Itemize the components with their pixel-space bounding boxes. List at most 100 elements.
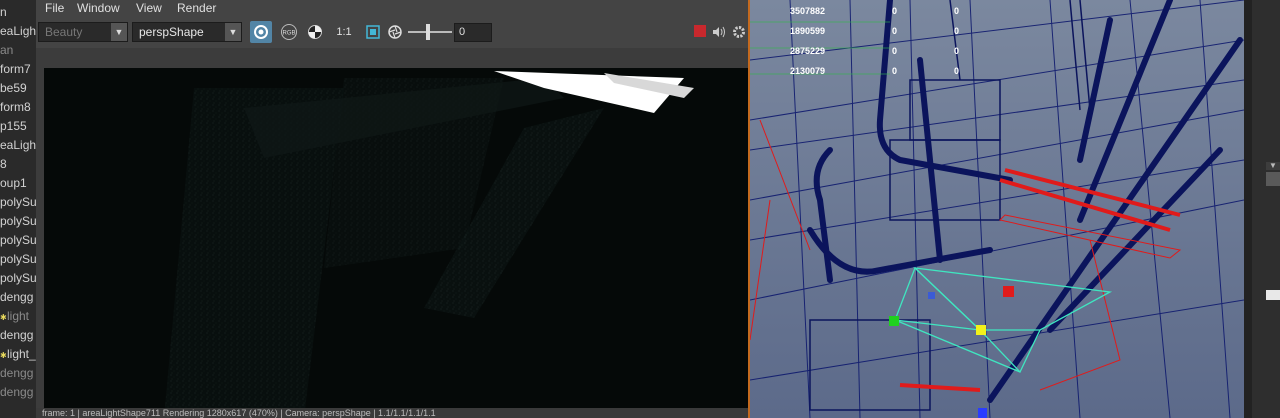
hud-count-value: 2130079 <box>790 66 826 76</box>
outliner-item[interactable]: ✱light <box>0 307 29 326</box>
attribute-side-panel: ▼ <box>1244 0 1280 418</box>
render-status-bar: frame: 1 | areaLightShape711 Rendering 1… <box>36 408 748 418</box>
outliner-item-label: oup1 <box>0 176 27 190</box>
wireframe-scene <box>750 0 1244 418</box>
outliner-item-label: polySu <box>0 271 36 285</box>
outliner-item[interactable]: eaLight <box>0 22 36 41</box>
region-button[interactable] <box>364 23 382 41</box>
aperture-icon <box>388 25 402 39</box>
outliner-item[interactable]: n <box>0 3 7 22</box>
outliner-item-label: polySu <box>0 214 36 228</box>
outliner-item[interactable]: polySu <box>0 193 36 212</box>
hud-a-value: 0 <box>892 6 898 16</box>
outliner-panel: n eaLight an form7 be59 form8 p155 eaLight 8 oup1… <box>0 0 36 418</box>
outliner-item-label: dengg <box>0 328 34 342</box>
outliner-item[interactable]: eaLight <box>0 136 36 155</box>
outliner-item[interactable]: dengg <box>0 326 33 345</box>
menu-bar: File Window View Render <box>36 0 748 16</box>
render-view-window: File Window View Render Beauty ▼ perspSh… <box>36 0 750 418</box>
hud-a-value: 0 <box>892 46 898 56</box>
outliner-item[interactable]: polySu <box>0 250 36 269</box>
rgb-text: RGB <box>282 31 295 37</box>
alpha-channel-button[interactable] <box>306 23 324 41</box>
rgb-icon: RGB <box>281 24 297 40</box>
rgb-channel-button[interactable]: RGB <box>280 23 298 41</box>
region-icon <box>366 25 380 39</box>
manip-z-handle[interactable] <box>928 292 935 299</box>
outliner-item[interactable]: oup1 <box>0 174 27 193</box>
manip-y-handle[interactable] <box>889 316 899 326</box>
alpha-checker-icon <box>308 25 322 39</box>
outliner-item-label: dengg <box>0 290 34 304</box>
manip-center-handle[interactable] <box>976 325 986 335</box>
perspective-viewport[interactable]: 3507882 0 0 1890599 0 0 2875229 0 0 2130079 0 0 <box>750 0 1244 418</box>
exposure-value-field[interactable]: 0 <box>454 23 492 42</box>
chevron-down-icon: ▼ <box>225 23 241 41</box>
hud-a-value: 0 <box>892 66 898 76</box>
panel-tab[interactable] <box>1266 172 1280 186</box>
light-icon: ✱ <box>0 313 7 322</box>
camera-dropdown[interactable]: perspShape ▼ <box>132 22 242 42</box>
outliner-item-label: p155 <box>0 119 27 133</box>
manip-x-handle[interactable] <box>1003 286 1014 297</box>
ratio-button[interactable]: 1:1 <box>334 23 354 41</box>
menu-window[interactable]: Window <box>77 0 120 16</box>
hud-b-value: 0 <box>954 66 960 76</box>
outliner-item-label: n <box>0 5 7 19</box>
camera-value: perspShape <box>139 25 204 39</box>
chevron-down-icon: ▼ <box>111 23 127 41</box>
light-icon: ✱ <box>0 351 7 360</box>
outliner-item-label: polySu <box>0 233 36 247</box>
outliner-item[interactable]: 8 <box>0 155 7 174</box>
outliner-item-label: polySu <box>0 252 36 266</box>
outliner-item[interactable]: p155 <box>0 117 27 136</box>
chevron-down-icon[interactable]: ▼ <box>1266 162 1280 170</box>
render-image <box>44 68 748 418</box>
audio-icon[interactable] <box>710 23 728 41</box>
outliner-item-label: dengg <box>0 366 34 380</box>
hud-b-value: 0 <box>954 6 960 16</box>
render-toolbar: Beauty ▼ perspShape ▼ RGB 1:1 0 <box>36 16 748 48</box>
gear-icon[interactable] <box>730 23 748 41</box>
outliner-item[interactable]: dengg <box>0 288 33 307</box>
outliner-item[interactable]: ✱light_ <box>0 345 36 364</box>
hud-count-value: 2875229 <box>790 46 826 56</box>
outliner-item-label: form7 <box>0 62 31 76</box>
hud-count-value: 3507882 <box>790 6 826 16</box>
outliner-item-label: form8 <box>0 100 31 114</box>
menu-view[interactable]: View <box>136 0 162 16</box>
outliner-item[interactable]: be59 <box>0 79 27 98</box>
outliner-item-label: 8 <box>0 157 7 171</box>
hud-a-value: 0 <box>892 26 898 36</box>
outliner-item-label: an <box>0 43 14 57</box>
outliner-item[interactable]: polySu <box>0 269 36 288</box>
render-layer-value: Beauty <box>45 25 83 39</box>
exposure-slider-handle[interactable] <box>426 24 430 40</box>
outliner-item-label: eaLight <box>0 24 36 38</box>
menu-render[interactable]: Render <box>177 0 216 16</box>
outliner-item-label: polySu <box>0 195 36 209</box>
outliner-item[interactable]: an <box>0 41 13 60</box>
exposure-slider-track[interactable] <box>408 31 452 33</box>
outliner-item[interactable]: polySu <box>0 212 36 231</box>
outliner-item[interactable]: dengg <box>0 383 33 402</box>
menu-file[interactable]: File <box>45 0 64 16</box>
exposure-icon-button[interactable] <box>386 23 404 41</box>
hud-count-value: 1890599 <box>790 26 826 36</box>
outliner-item-label: eaLight <box>0 138 36 152</box>
outliner-item[interactable]: polySu <box>0 231 36 250</box>
stop-render-button[interactable] <box>694 25 706 37</box>
outliner-item-label: light <box>7 309 30 323</box>
outliner-item[interactable]: dengg <box>0 364 33 383</box>
render-gear-icon <box>254 25 268 39</box>
outliner-item-label: be59 <box>0 81 27 95</box>
panel-swatch[interactable] <box>1266 290 1280 300</box>
hud-b-value: 0 <box>954 46 960 56</box>
outliner-item-label: dengg <box>0 385 34 399</box>
hud-b-value: 0 <box>954 26 960 36</box>
outliner-item-label: light_ <box>7 347 36 361</box>
outliner-item[interactable]: form7 <box>0 60 31 79</box>
render-layer-dropdown[interactable]: Beauty ▼ <box>38 22 128 42</box>
outliner-item[interactable]: form8 <box>0 98 31 117</box>
ipr-render-button[interactable] <box>250 21 272 43</box>
